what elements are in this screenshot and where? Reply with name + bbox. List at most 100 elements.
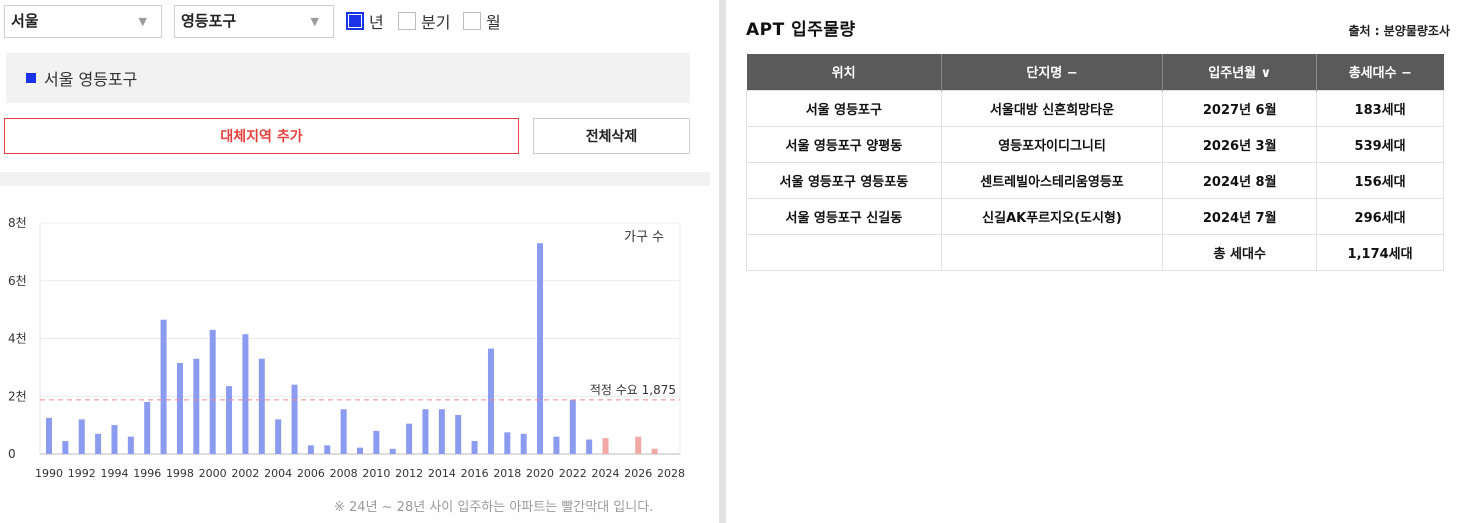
forecast-bar: [602, 438, 609, 454]
bar: [209, 329, 216, 454]
table-row[interactable]: 서울 영등포구 양평동 영등포자이디그니티 2026년 3월 539세대: [746, 125, 1444, 163]
bar: [487, 348, 494, 454]
col-move-in-date[interactable]: 입주년월 ∨: [1162, 54, 1317, 90]
dropdown-arrow-icon: ▼: [138, 15, 147, 28]
y-tick-label: 8천: [8, 215, 27, 230]
cell-household-count: 156세대: [1316, 161, 1444, 199]
checkbox-unchecked-icon: [463, 12, 481, 30]
bar: [111, 425, 118, 454]
cell-complex-name: 서울대방 신혼희망타운: [940, 89, 1164, 127]
panel-divider[interactable]: [719, 0, 726, 523]
total-label: 총 세대수: [1162, 233, 1318, 271]
cell-household-count: 296세대: [1316, 197, 1444, 235]
bar: [438, 409, 445, 454]
y-tick-label: 4천: [8, 331, 27, 346]
col-location[interactable]: 위치: [746, 54, 942, 90]
table-row[interactable]: 서울 영등포구 서울대방 신혼희망타운 2027년 6월 183세대: [746, 89, 1444, 127]
section-divider: [0, 172, 710, 186]
bar: [553, 436, 560, 454]
bar: [340, 409, 347, 454]
supply-bar-chart: 0 2천 4천 6천 8천 1990 1992 1994 1996 1998 2000 2002 200…: [8, 215, 685, 480]
x-tick-label: 2020: [526, 467, 554, 480]
x-tick-label: 2018: [493, 467, 521, 480]
cell-complex-name: 센트레빌아스테리움영등포: [940, 161, 1164, 199]
cell-household-count: 539세대: [1316, 125, 1444, 163]
table-row[interactable]: 서울 영등포구 신길동 신길AK푸르지오(도시형) 2024년 7월 296세대: [746, 197, 1444, 235]
x-tick-label: 1992: [68, 467, 96, 480]
cell-empty: [746, 233, 942, 271]
cell-location: 서울 영등포구 영등포동: [746, 161, 942, 199]
apt-table: 위치 단지명 − 입주년월 ∨ 총세대수 − 서울 영등포구 서울대방 신혼희망…: [746, 54, 1444, 271]
col-complex-name[interactable]: 단지명 −: [940, 54, 1163, 90]
table-row[interactable]: 서울 영등포구 영등포동 센트레빌아스테리움영등포 2024년 8월 156세대: [746, 161, 1444, 199]
district-select[interactable]: 영등포구 ▼: [174, 5, 334, 38]
period-month-label: 월: [486, 13, 501, 32]
cell-empty: [940, 233, 1164, 271]
bar: [471, 441, 478, 454]
bar: [389, 448, 396, 454]
add-region-button[interactable]: 대체지역 추가: [4, 118, 519, 154]
total-value: 1,174세대: [1316, 233, 1444, 271]
bar: [242, 334, 249, 454]
period-month-checkbox[interactable]: 월: [463, 10, 501, 32]
region-select-value: 서울: [11, 12, 39, 30]
bar: [176, 363, 183, 454]
selected-region-box: 서울 영등포구: [6, 53, 690, 103]
bar: [291, 384, 298, 454]
x-tick-label: 2002: [231, 467, 259, 480]
cell-location: 서울 영등포구 양평동: [746, 125, 942, 163]
period-year-checkbox[interactable]: 년: [346, 10, 384, 32]
bar: [586, 439, 593, 454]
y-tick-label: 0: [8, 447, 16, 461]
period-quarter-checkbox[interactable]: 분기: [398, 10, 450, 32]
x-tick-label: 2016: [461, 467, 489, 480]
cell-complex-name: 영등포자이디그니티: [940, 125, 1164, 163]
bar: [569, 399, 576, 454]
x-tick-label: 2014: [428, 467, 456, 480]
bar: [95, 433, 102, 454]
bar: [520, 433, 527, 454]
x-tick-label: 1998: [166, 467, 194, 480]
delete-all-button[interactable]: 전체삭제: [533, 118, 690, 154]
left-panel: 서울 ▼ 영등포구 ▼ 년 분기 월 서울 영등포구 대체지역 추가 전체삭제 …: [0, 0, 712, 523]
x-tick-label: 2012: [395, 467, 423, 480]
bar: [504, 432, 511, 454]
bar: [422, 409, 429, 454]
table-total-row: 총 세대수 1,174세대: [746, 233, 1444, 271]
checkbox-unchecked-icon: [398, 12, 416, 30]
region-select[interactable]: 서울 ▼: [4, 5, 162, 38]
bar: [144, 402, 151, 454]
selected-region-label: 서울 영등포구: [44, 70, 138, 89]
bar: [455, 415, 462, 454]
cell-move-in-date: 2027년 6월: [1162, 89, 1318, 127]
cell-household-count: 183세대: [1316, 89, 1444, 127]
col-household-count[interactable]: 총세대수 −: [1316, 54, 1444, 90]
threshold-label: 적정 수요 1,875: [590, 383, 676, 397]
cell-location: 서울 영등포구: [746, 89, 942, 127]
bar: [275, 419, 282, 454]
dropdown-arrow-icon: ▼: [310, 15, 319, 28]
bar: [46, 417, 52, 454]
x-tick-label: 2028: [657, 467, 685, 480]
x-tick-label: 1994: [100, 467, 128, 480]
cell-move-in-date: 2024년 8월: [1162, 161, 1318, 199]
checkbox-checked-icon: [346, 12, 364, 30]
bar: [193, 358, 200, 454]
chart-note: ※ 24년 ~ 28년 사이 입주하는 아파트는 빨간막대 입니다.: [334, 500, 654, 515]
period-quarter-label: 분기: [421, 13, 451, 32]
district-select-value: 영등포구: [181, 12, 237, 30]
bar: [258, 358, 265, 454]
bar: [307, 445, 314, 454]
apt-title: APT 입주물량: [746, 20, 856, 40]
bar: [78, 419, 85, 454]
bar: [324, 445, 331, 454]
bar: [357, 447, 363, 454]
x-tick-label: 2022: [559, 467, 587, 480]
cell-complex-name: 신길AK푸르지오(도시형): [940, 197, 1164, 235]
forecast-bar: [651, 448, 658, 454]
cell-location: 서울 영등포구 신길동: [746, 197, 942, 235]
bar: [406, 423, 413, 454]
forecast-bar: [635, 436, 642, 454]
x-tick-label: 1990: [35, 467, 63, 480]
x-tick-label: 2026: [624, 467, 652, 480]
